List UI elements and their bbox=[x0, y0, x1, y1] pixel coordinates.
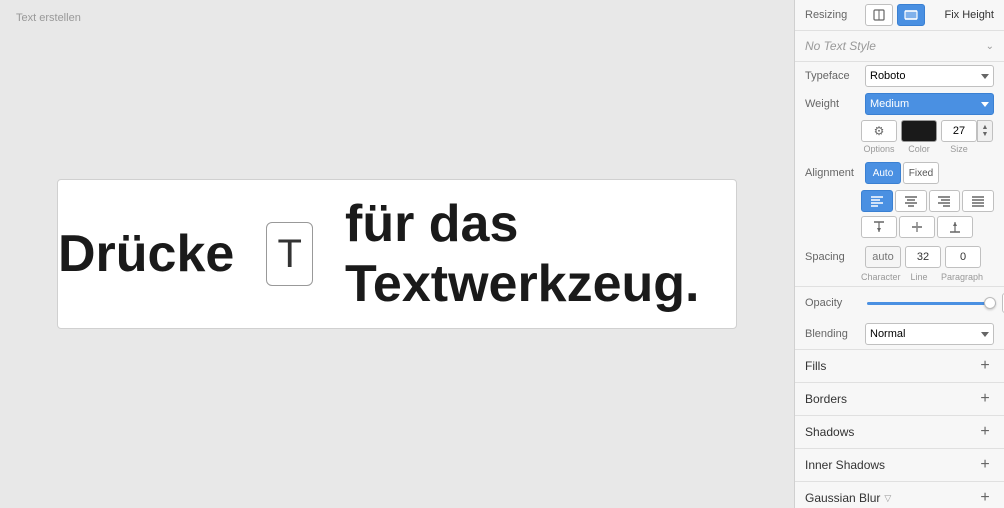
vert-align-row bbox=[795, 214, 1004, 242]
character-spacing-input[interactable] bbox=[865, 246, 901, 268]
weight-select[interactable]: Medium bbox=[865, 93, 994, 115]
shadows-label: Shadows bbox=[805, 425, 854, 439]
text-align-right-btn[interactable] bbox=[929, 190, 961, 212]
alignment-row: Alignment Auto Fixed bbox=[795, 158, 1004, 188]
gear-icon: ⚙ bbox=[874, 124, 885, 138]
gaussian-chevron-icon: ▽ bbox=[884, 493, 891, 504]
typeface-label: Typeface bbox=[805, 70, 861, 82]
vert-align-top-btn[interactable] bbox=[861, 216, 897, 238]
borders-label: Borders bbox=[805, 392, 847, 406]
shadows-add-btn[interactable]: + bbox=[976, 423, 994, 441]
resizing-row: Resizing Fix Height bbox=[795, 0, 1004, 31]
paragraph-label-text: Paragraph bbox=[941, 272, 977, 282]
size-stepper[interactable]: ▲ ▼ bbox=[977, 120, 993, 142]
right-panel: Resizing Fix Height No Text Style ⌄ bbox=[794, 0, 1004, 508]
align-fixed-btn[interactable]: Fixed bbox=[903, 162, 939, 184]
canvas-area: Text erstellen Drücke T für das Textwerk… bbox=[0, 0, 794, 508]
character-label-text: Character bbox=[861, 272, 897, 282]
opacity-slider[interactable] bbox=[867, 302, 996, 305]
card-text-left: Drücke bbox=[58, 224, 234, 284]
blending-row: Blending Normal bbox=[795, 319, 1004, 350]
resize-auto-btn[interactable] bbox=[865, 4, 893, 26]
fix-height-label: Fix Height bbox=[944, 9, 994, 21]
text-style-label: No Text Style bbox=[805, 39, 876, 53]
typeface-select[interactable]: Roboto bbox=[865, 65, 994, 87]
color-swatch[interactable] bbox=[901, 120, 937, 142]
paragraph-spacing-input[interactable] bbox=[945, 246, 981, 268]
text-align-row bbox=[795, 188, 1004, 214]
gaussian-blur-add-btn[interactable]: + bbox=[976, 489, 994, 507]
size-label-text: Size bbox=[941, 144, 977, 154]
resize-icons bbox=[865, 4, 936, 26]
card-t-box: T bbox=[266, 222, 313, 286]
opacity-label: Opacity bbox=[805, 297, 861, 309]
text-align-justify-btn[interactable] bbox=[962, 190, 994, 212]
text-align-left-btn[interactable] bbox=[861, 190, 893, 212]
options-color-size-row: ⚙ ▲ ▼ bbox=[795, 118, 1004, 144]
weight-row: Weight Medium bbox=[795, 90, 1004, 118]
borders-row[interactable]: Borders + bbox=[795, 383, 1004, 416]
shadows-row[interactable]: Shadows + bbox=[795, 416, 1004, 449]
resize-fixheight-btn[interactable] bbox=[897, 4, 925, 26]
fills-row[interactable]: Fills + bbox=[795, 350, 1004, 383]
line-spacing-input[interactable] bbox=[905, 246, 941, 268]
canvas-label: Text erstellen bbox=[16, 12, 81, 24]
opacity-row: Opacity bbox=[795, 286, 1004, 319]
gaussian-blur-row[interactable]: Gaussian Blur ▽ + bbox=[795, 482, 1004, 508]
inner-shadows-row[interactable]: Inner Shadows + bbox=[795, 449, 1004, 482]
line-label-text: Line bbox=[901, 272, 937, 282]
size-input[interactable] bbox=[941, 120, 977, 142]
typeface-row: Typeface Roboto bbox=[795, 62, 1004, 90]
card-t-letter: T bbox=[277, 232, 301, 277]
blending-select[interactable]: Normal bbox=[865, 323, 994, 345]
text-style-row[interactable]: No Text Style ⌄ bbox=[795, 31, 1004, 62]
inner-shadows-add-btn[interactable]: + bbox=[976, 456, 994, 474]
align-auto-btn[interactable]: Auto bbox=[865, 162, 901, 184]
canvas-card: Drücke T für das Textwerkzeug. bbox=[57, 179, 737, 329]
spacing-label: Spacing bbox=[805, 251, 861, 263]
options-button[interactable]: ⚙ bbox=[861, 120, 897, 142]
borders-add-btn[interactable]: + bbox=[976, 390, 994, 408]
fills-label: Fills bbox=[805, 359, 826, 373]
options-labels: Options Color Size bbox=[795, 144, 1004, 158]
resizing-label: Resizing bbox=[805, 9, 859, 21]
vert-align-bottom-btn[interactable] bbox=[937, 216, 973, 238]
alignment-label: Alignment bbox=[805, 167, 861, 179]
gaussian-blur-label: Gaussian Blur bbox=[805, 491, 880, 505]
weight-label: Weight bbox=[805, 98, 861, 110]
fills-add-btn[interactable]: + bbox=[976, 357, 994, 375]
color-label-text: Color bbox=[901, 144, 937, 154]
blending-label: Blending bbox=[805, 328, 861, 340]
options-label-text: Options bbox=[861, 144, 897, 154]
vert-align-middle-btn[interactable] bbox=[899, 216, 935, 238]
alignment-group: Auto Fixed bbox=[865, 162, 939, 184]
spacing-row: Spacing bbox=[795, 242, 1004, 272]
text-align-center-btn[interactable] bbox=[895, 190, 927, 212]
spacing-labels: Character Line Paragraph bbox=[795, 272, 1004, 286]
card-text-right: für das Textwerkzeug. bbox=[345, 194, 736, 314]
gaussian-left: Gaussian Blur ▽ bbox=[805, 491, 891, 505]
inner-shadows-label: Inner Shadows bbox=[805, 458, 885, 472]
chevron-down-icon: ⌄ bbox=[986, 41, 994, 52]
